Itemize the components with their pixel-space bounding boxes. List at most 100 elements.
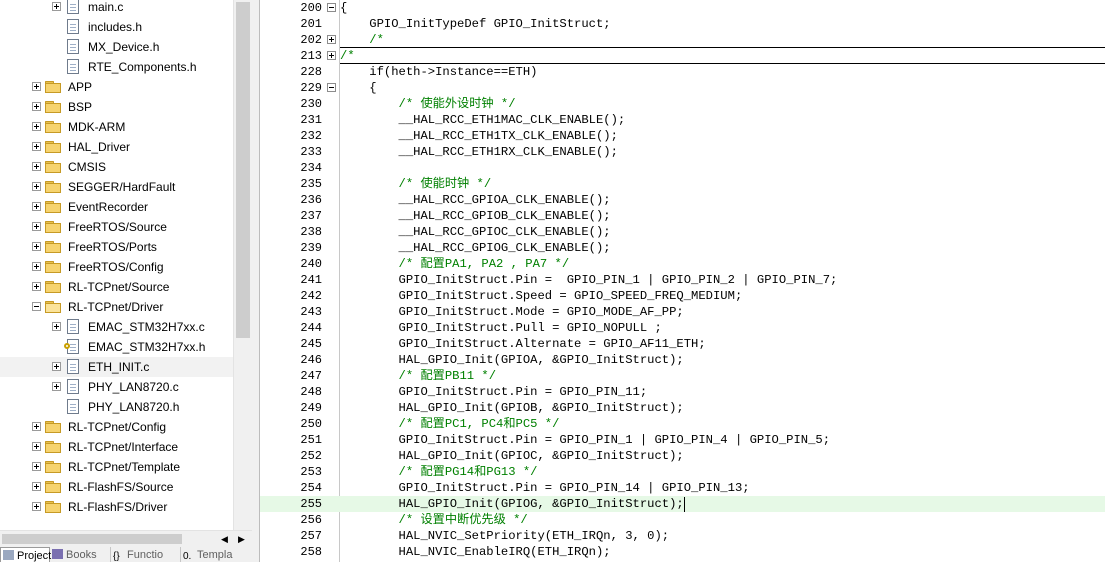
tab-books[interactable]: Books	[50, 547, 111, 562]
expand-icon[interactable]	[32, 82, 41, 91]
expand-icon[interactable]	[32, 222, 41, 231]
tab-functions[interactable]: {} Functio	[111, 547, 181, 562]
expand-icon[interactable]	[32, 162, 41, 171]
code-line[interactable]: 201 GPIO_InitTypeDef GPIO_InitStruct;	[260, 16, 1105, 32]
code-line[interactable]: 238 __HAL_RCC_GPIOC_CLK_ENABLE();	[260, 224, 1105, 240]
tree-item[interactable]: HAL_Driver	[0, 137, 233, 157]
code-line[interactable]: 245 GPIO_InitStruct.Alternate = GPIO_AF1…	[260, 336, 1105, 352]
code-line[interactable]: 258 HAL_NVIC_EnableIRQ(ETH_IRQn);	[260, 544, 1105, 560]
code-line[interactable]: 242 GPIO_InitStruct.Speed = GPIO_SPEED_F…	[260, 288, 1105, 304]
tree-item[interactable]: RL-TCPnet/Source	[0, 277, 233, 297]
scroll-left-arrow-icon[interactable]: ◀	[216, 531, 233, 547]
expand-icon[interactable]	[32, 122, 41, 131]
fold-expand-icon[interactable]	[327, 51, 336, 60]
tree-item[interactable]: RL-TCPnet/Config	[0, 417, 233, 437]
panel-splitter[interactable]	[252, 0, 260, 562]
tree-horizontal-scroll-thumb[interactable]	[2, 534, 182, 544]
code-line[interactable]: 251 GPIO_InitStruct.Pin = GPIO_PIN_1 | G…	[260, 432, 1105, 448]
code-line[interactable]: 254 GPIO_InitStruct.Pin = GPIO_PIN_14 | …	[260, 480, 1105, 496]
code-line[interactable]: 256 /* 设置中断优先级 */	[260, 512, 1105, 528]
expand-icon[interactable]	[32, 242, 41, 251]
code-line[interactable]: 247 /* 配置PB11 */	[260, 368, 1105, 384]
expand-icon[interactable]	[32, 422, 41, 431]
expand-icon[interactable]	[32, 102, 41, 111]
tree-item[interactable]: RL-TCPnet/Driver	[0, 297, 233, 317]
expand-icon[interactable]	[52, 382, 61, 391]
tree-item[interactable]: EMAC_STM32H7xx.c	[0, 317, 233, 337]
code-line[interactable]: 200 {	[260, 0, 1105, 16]
code-line[interactable]: 229 {	[260, 80, 1105, 96]
code-line[interactable]: 241 GPIO_InitStruct.Pin = GPIO_PIN_1 | G…	[260, 272, 1105, 288]
scroll-right-arrow-icon[interactable]: ▶	[233, 531, 250, 547]
tree-item[interactable]: MX_Device.h	[0, 37, 233, 57]
tree-item[interactable]: FreeRTOS/Config	[0, 257, 233, 277]
expand-icon[interactable]	[32, 502, 41, 511]
tree-item[interactable]: ETH_INIT.c	[0, 357, 233, 377]
tree-item[interactable]: includes.h	[0, 17, 233, 37]
fold-collapse-icon[interactable]	[327, 83, 336, 92]
tree-item[interactable]: CMSIS	[0, 157, 233, 177]
tree-vertical-scroll-thumb[interactable]	[236, 2, 250, 338]
code-line[interactable]: 237 __HAL_RCC_GPIOB_CLK_ENABLE();	[260, 208, 1105, 224]
tree-horizontal-scrollbar[interactable]: ◀ ▶	[0, 530, 252, 547]
expand-icon[interactable]	[32, 442, 41, 451]
tree-item[interactable]: RL-TCPnet/Template	[0, 457, 233, 477]
tree-item[interactable]: FreeRTOS/Ports	[0, 237, 233, 257]
code-line[interactable]: 232 __HAL_RCC_ETH1TX_CLK_ENABLE();	[260, 128, 1105, 144]
code-line[interactable]: 236 __HAL_RCC_GPIOA_CLK_ENABLE();	[260, 192, 1105, 208]
code-editor[interactable]: 200 {201 GPIO_InitTypeDef GPIO_InitStruct…	[260, 0, 1105, 562]
tree-item[interactable]: EventRecorder	[0, 197, 233, 217]
tree-item[interactable]: PHY_LAN8720.h	[0, 397, 233, 417]
tree-vertical-scrollbar[interactable]	[233, 0, 252, 530]
code-line[interactable]: 249 HAL_GPIO_Init(GPIOB, &GPIO_InitStruc…	[260, 400, 1105, 416]
tree-item[interactable]: RL-FlashFS/Driver	[0, 497, 233, 517]
code-line[interactable]: 248 GPIO_InitStruct.Pin = GPIO_PIN_11;	[260, 384, 1105, 400]
tree-item[interactable]: EMAC_STM32H7xx.h	[0, 337, 233, 357]
tab-project[interactable]: Project	[0, 547, 51, 562]
code-line[interactable]: 250 /* 配置PC1, PC4和PC5 */	[260, 416, 1105, 432]
expand-icon[interactable]	[32, 482, 41, 491]
code-line[interactable]: 243 GPIO_InitStruct.Mode = GPIO_MODE_AF_…	[260, 304, 1105, 320]
expand-icon[interactable]	[32, 282, 41, 291]
code-line[interactable]: 252 HAL_GPIO_Init(GPIOC, &GPIO_InitStruc…	[260, 448, 1105, 464]
text-caret	[684, 497, 685, 512]
tab-templates[interactable]: 0. Templa	[181, 547, 258, 562]
tree-item[interactable]: MDK-ARM	[0, 117, 233, 137]
code-line[interactable]: 228 if(heth->Instance==ETH)	[260, 64, 1105, 80]
code-line[interactable]: 257 HAL_NVIC_SetPriority(ETH_IRQn, 3, 0)…	[260, 528, 1105, 544]
tree-item[interactable]: RL-TCPnet/Interface	[0, 437, 233, 457]
tree-item[interactable]: SEGGER/HardFault	[0, 177, 233, 197]
tree-item[interactable]: PHY_LAN8720.c	[0, 377, 233, 397]
expand-icon[interactable]	[32, 262, 41, 271]
expand-icon[interactable]	[52, 2, 61, 11]
code-line[interactable]: 234	[260, 160, 1105, 176]
code-line[interactable]: 239 __HAL_RCC_GPIOG_CLK_ENABLE();	[260, 240, 1105, 256]
code-line[interactable]: 253 /* 配置PG14和PG13 */	[260, 464, 1105, 480]
tree-item[interactable]: BSP	[0, 97, 233, 117]
code-line[interactable]: 213 /*	[260, 48, 1105, 64]
code-line[interactable]: 235 /* 使能时钟 */	[260, 176, 1105, 192]
line-number: 231	[300, 113, 322, 127]
expand-icon[interactable]	[52, 322, 61, 331]
code-line[interactable]: 231 __HAL_RCC_ETH1MAC_CLK_ENABLE();	[260, 112, 1105, 128]
current-code-line[interactable]: 255 HAL_GPIO_Init(GPIOG, &GPIO_InitStruc…	[260, 496, 1105, 512]
fold-collapse-icon[interactable]	[327, 3, 336, 12]
expand-icon[interactable]	[32, 202, 41, 211]
expand-icon[interactable]	[32, 142, 41, 151]
tree-item[interactable]: main.c	[0, 0, 233, 17]
collapse-icon[interactable]	[32, 302, 41, 311]
code-line[interactable]: 233 __HAL_RCC_ETH1RX_CLK_ENABLE();	[260, 144, 1105, 160]
expand-icon[interactable]	[52, 362, 61, 371]
expand-icon[interactable]	[32, 182, 41, 191]
tree-item[interactable]: RTE_Components.h	[0, 57, 233, 77]
expand-icon[interactable]	[32, 462, 41, 471]
fold-expand-icon[interactable]	[327, 35, 336, 44]
code-line[interactable]: 246 HAL_GPIO_Init(GPIOA, &GPIO_InitStruc…	[260, 352, 1105, 368]
code-line[interactable]: 202 /*	[260, 32, 1105, 48]
tree-item[interactable]: FreeRTOS/Source	[0, 217, 233, 237]
tree-item[interactable]: APP	[0, 77, 233, 97]
code-line[interactable]: 230 /* 使能外设时钟 */	[260, 96, 1105, 112]
code-line[interactable]: 240 /* 配置PA1, PA2 , PA7 */	[260, 256, 1105, 272]
code-line[interactable]: 244 GPIO_InitStruct.Pull = GPIO_NOPULL ;	[260, 320, 1105, 336]
tree-item[interactable]: RL-FlashFS/Source	[0, 477, 233, 497]
